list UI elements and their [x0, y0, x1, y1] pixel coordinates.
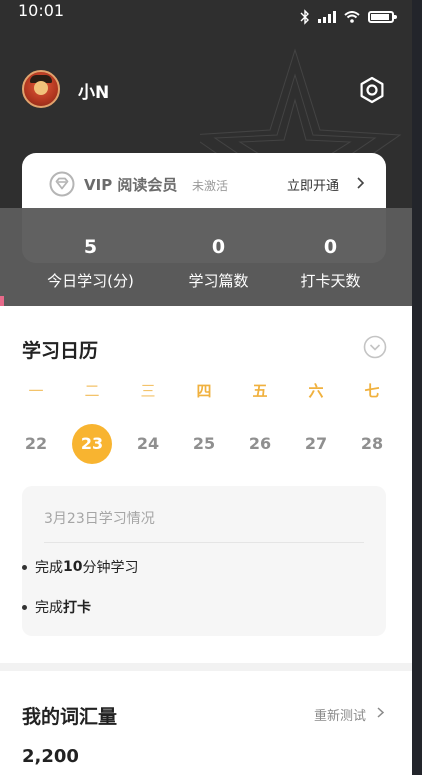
vip-open-link[interactable]: 立即开通 — [287, 175, 339, 194]
summary-item-checkin: 完成 打卡 — [22, 597, 91, 617]
signal-icon — [318, 11, 336, 23]
weekday-label: 五 — [252, 382, 268, 400]
bluetooth-icon — [300, 9, 309, 25]
vip-title: VIP 阅读会员 — [84, 176, 178, 194]
main-content: 学习日历 一 二 三 四 五 六 七 22 23 24 25 26 27 28 … — [0, 306, 412, 775]
status-bar: 10:01 — [0, 0, 412, 30]
weekday-label: 二 — [84, 382, 100, 400]
avatar[interactable] — [22, 70, 60, 108]
vip-status-badge: 未激活 — [192, 179, 229, 193]
calendar-title: 学习日历 — [22, 340, 99, 362]
stats-panel: 5 今日学习(分) 0 学习篇数 0 打卡天数 — [0, 208, 412, 306]
calendar-day[interactable]: 26 — [240, 424, 280, 464]
summary-text: 完成 — [35, 600, 63, 616]
calendar-day[interactable]: 22 — [16, 424, 56, 464]
stat-value: 5 — [83, 236, 98, 258]
weekday-label: 六 — [308, 382, 324, 400]
vocab-count: 2,200 — [22, 746, 79, 767]
vocab-title: 我的词汇量 — [22, 706, 118, 728]
divider — [44, 542, 364, 543]
bullet-icon — [22, 564, 27, 570]
window-edge — [412, 0, 422, 775]
stat-label: 今日学习(分) — [47, 272, 134, 290]
stat-label: 打卡天数 — [300, 272, 361, 290]
section-separator — [0, 663, 412, 671]
calendar-day[interactable]: 24 — [128, 424, 168, 464]
summary-text: 分钟学习 — [82, 560, 139, 576]
calendar-day-selected[interactable]: 23 — [72, 424, 112, 464]
chevron-down-circle-icon[interactable] — [363, 335, 387, 359]
stat-value: 0 — [323, 236, 338, 258]
summary-text: 完成 — [35, 560, 63, 576]
summary-highlight: 打卡 — [63, 600, 91, 616]
weekday-label: 一 — [28, 382, 44, 400]
weekday-label: 四 — [196, 382, 212, 400]
settings-icon[interactable] — [358, 76, 386, 104]
chevron-right-icon — [377, 707, 385, 718]
status-icons — [300, 9, 397, 25]
calendar-day[interactable]: 25 — [184, 424, 224, 464]
battery-icon — [368, 11, 397, 23]
summary-item-minutes: 完成 10 分钟学习 — [22, 557, 138, 577]
vip-diamond-icon — [49, 171, 75, 197]
summary-highlight: 10 — [63, 559, 83, 575]
status-time: 10:01 — [18, 1, 65, 20]
chevron-right-icon — [357, 177, 365, 189]
wifi-icon — [344, 11, 360, 23]
weekday-label: 七 — [364, 382, 380, 400]
weekday-label: 三 — [140, 382, 156, 400]
calendar-day[interactable]: 28 — [352, 424, 392, 464]
app-screen: 10:01 小N VIP 阅读会员 未激活 立即开通 5 今日学习(分) 0 学… — [0, 0, 412, 775]
calendar-day[interactable]: 27 — [296, 424, 336, 464]
username: 小N — [78, 83, 110, 103]
avatar-face — [34, 81, 48, 95]
summary-title: 3月23日学习情况 — [44, 511, 155, 527]
retest-link[interactable]: 重新测试 — [314, 705, 366, 724]
bullet-icon — [22, 604, 27, 610]
